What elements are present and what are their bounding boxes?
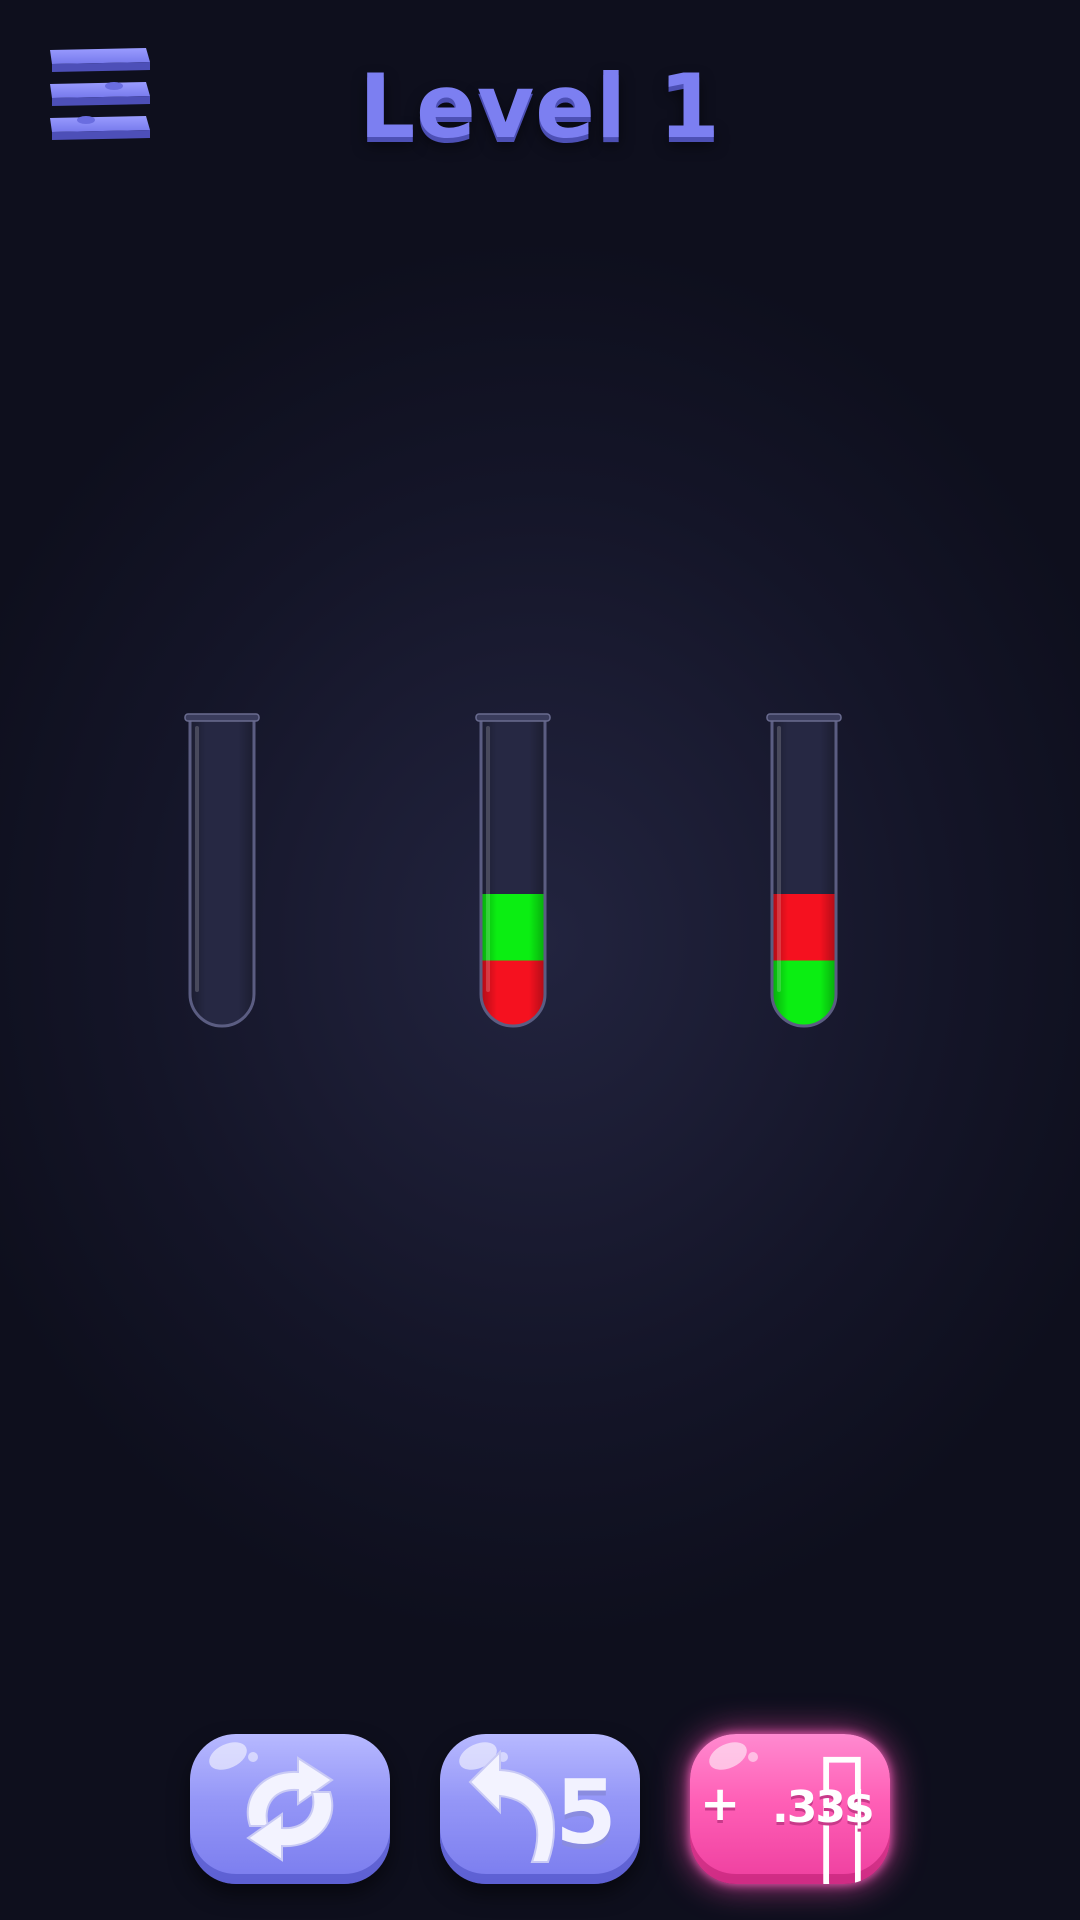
tube-rim xyxy=(766,713,842,722)
button-gloss-dot xyxy=(248,1752,258,1762)
game-screen: Level 1 5 + .33$ xyxy=(0,0,1080,1920)
add-tube-price: .33$ xyxy=(772,1782,875,1833)
test-tube-1[interactable] xyxy=(184,710,260,1032)
menu-button[interactable] xyxy=(46,44,154,144)
restart-button[interactable] xyxy=(190,1734,390,1884)
undo-count: 5 xyxy=(555,1761,617,1864)
test-tube-2[interactable] xyxy=(475,710,551,1032)
undo-button[interactable]: 5 xyxy=(440,1734,640,1884)
tube-rim xyxy=(475,713,551,722)
hamburger-menu-icon xyxy=(50,48,150,140)
add-tube-button[interactable]: + .33$ xyxy=(690,1734,890,1884)
tube-shading xyxy=(481,720,545,1026)
test-tube-3[interactable] xyxy=(766,710,842,1032)
level-title: Level 1 xyxy=(359,55,721,158)
tube-rim xyxy=(184,713,260,722)
tube-shading xyxy=(190,720,254,1026)
tube-shading xyxy=(772,720,836,1026)
add-tube-plus: + xyxy=(700,1776,741,1832)
